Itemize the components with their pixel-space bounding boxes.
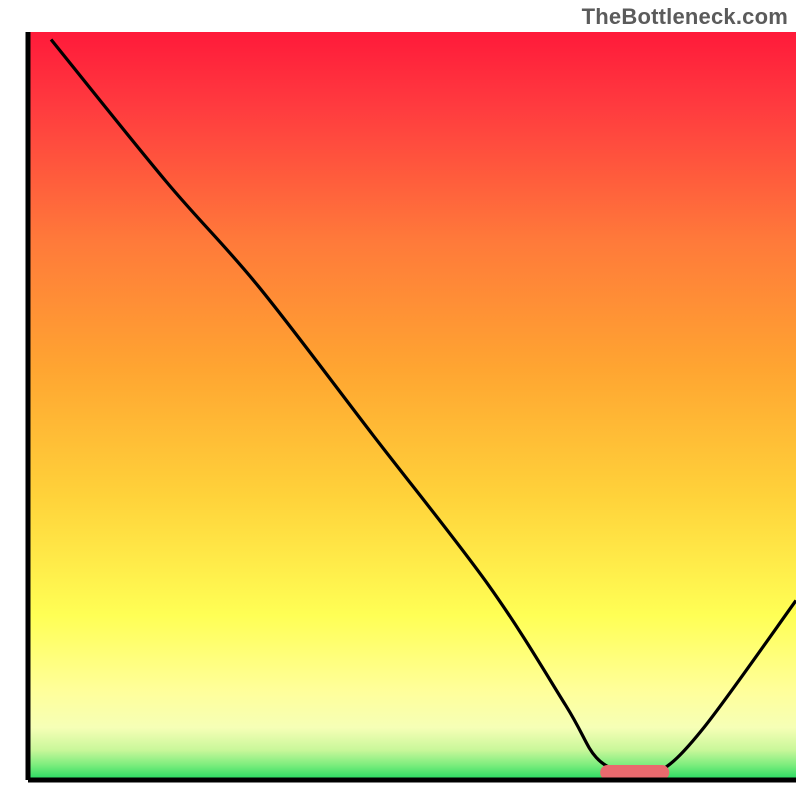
bottleneck-chart-svg — [0, 0, 800, 800]
gradient-background — [28, 32, 796, 780]
chart-container: TheBottleneck.com — [0, 0, 800, 800]
